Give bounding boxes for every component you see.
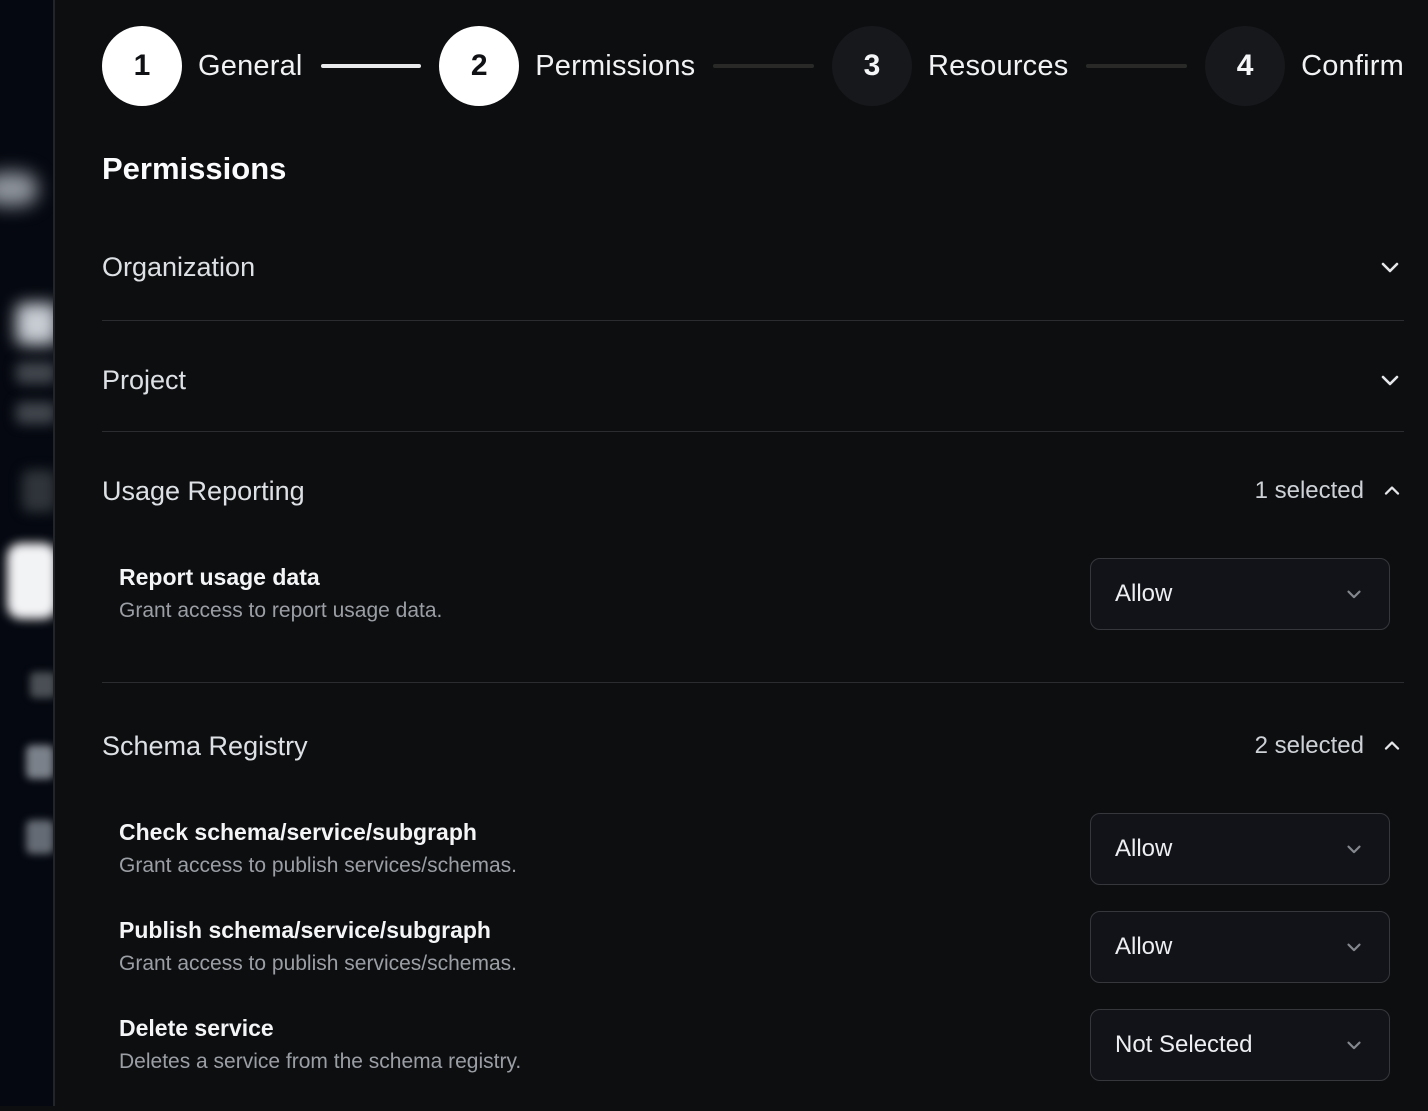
section-usage-reporting-header[interactable]: Usage Reporting 1 selected xyxy=(102,474,1404,508)
step-label: Resources xyxy=(928,50,1068,83)
section-title: Organization xyxy=(102,250,255,284)
section-project: Project xyxy=(102,321,1404,432)
publish-schema-select[interactable]: Allow xyxy=(1090,911,1390,983)
section-schema-registry: Schema Registry 2 selected Check schema/… xyxy=(102,683,1404,1111)
step-label: Confirm xyxy=(1301,50,1404,83)
step-resources[interactable]: 3 Resources xyxy=(832,26,1068,106)
chevron-up-icon xyxy=(1380,734,1404,758)
sidebar-blurred-logo xyxy=(7,543,55,619)
section-organization: Organization xyxy=(102,188,1404,321)
select-value: Allow xyxy=(1115,933,1172,961)
permission-title: Delete service xyxy=(119,1013,521,1043)
step-connector xyxy=(713,64,814,68)
sidebar-blurred-item xyxy=(26,745,54,779)
select-value: Allow xyxy=(1115,835,1172,863)
chevron-down-icon xyxy=(1343,936,1365,958)
step-general[interactable]: 1 General xyxy=(102,26,303,106)
chevron-down-icon xyxy=(1343,1034,1365,1056)
permission-description: Grant access to publish services/schemas… xyxy=(119,949,517,979)
step-label: General xyxy=(198,50,303,83)
chevron-down-icon xyxy=(1343,583,1365,605)
sidebar-blurred-item xyxy=(22,470,55,512)
sidebar-blurred-item xyxy=(0,172,38,206)
step-permissions[interactable]: 2 Permissions xyxy=(439,26,695,106)
permission-title: Publish schema/service/subgraph xyxy=(119,915,517,945)
permission-description: Deletes a service from the schema regist… xyxy=(119,1047,521,1077)
step-number: 3 xyxy=(832,26,912,106)
selected-count-badge: 1 selected xyxy=(1255,477,1364,505)
permission-title: Report usage data xyxy=(119,562,442,592)
sidebar-blurred-item xyxy=(26,820,54,854)
permission-row: Report usage data Grant access to report… xyxy=(102,558,1404,630)
wizard-stepper: 1 General 2 Permissions 3 Resources 4 Co… xyxy=(102,26,1404,106)
report-usage-data-select[interactable]: Allow xyxy=(1090,558,1390,630)
sidebar-blurred-item xyxy=(16,303,55,345)
delete-service-select[interactable]: Not Selected xyxy=(1090,1009,1390,1081)
step-confirm[interactable]: 4 Confirm xyxy=(1205,26,1404,106)
step-number: 1 xyxy=(102,26,182,106)
step-number: 4 xyxy=(1205,26,1285,106)
permission-title: Check schema/service/subgraph xyxy=(119,817,517,847)
step-connector xyxy=(321,64,422,68)
page-title: Permissions xyxy=(102,150,1404,188)
check-schema-select[interactable]: Allow xyxy=(1090,813,1390,885)
permission-description: Grant access to publish services/schemas… xyxy=(119,851,517,881)
step-label: Permissions xyxy=(535,50,695,83)
selected-count-badge: 2 selected xyxy=(1255,732,1364,760)
permission-row: Delete service Deletes a service from th… xyxy=(102,1009,1404,1081)
section-usage-reporting: Usage Reporting 1 selected Report usage … xyxy=(102,432,1404,683)
step-connector xyxy=(1086,64,1187,68)
permission-row: Publish schema/service/subgraph Grant ac… xyxy=(102,911,1404,983)
sidebar xyxy=(0,0,55,1106)
permission-description: Grant access to report usage data. xyxy=(119,596,442,626)
wizard-panel: 1 General 2 Permissions 3 Resources 4 Co… xyxy=(57,0,1428,1106)
chevron-up-icon xyxy=(1380,479,1404,503)
step-number: 2 xyxy=(439,26,519,106)
permission-row: Check schema/service/subgraph Grant acce… xyxy=(102,813,1404,885)
sidebar-blurred-item xyxy=(30,672,55,698)
select-value: Allow xyxy=(1115,580,1172,608)
section-title: Schema Registry xyxy=(102,729,308,763)
section-title: Project xyxy=(102,363,186,397)
select-value: Not Selected xyxy=(1115,1031,1252,1059)
chevron-down-icon xyxy=(1376,253,1404,281)
section-title: Usage Reporting xyxy=(102,474,305,508)
sidebar-blurred-item xyxy=(16,362,55,384)
section-schema-registry-header[interactable]: Schema Registry 2 selected xyxy=(102,729,1404,763)
chevron-down-icon xyxy=(1376,366,1404,394)
chevron-down-icon xyxy=(1343,838,1365,860)
section-project-header[interactable]: Project xyxy=(102,363,1404,397)
section-organization-header[interactable]: Organization xyxy=(102,250,1404,284)
sidebar-blurred-item xyxy=(16,402,55,424)
